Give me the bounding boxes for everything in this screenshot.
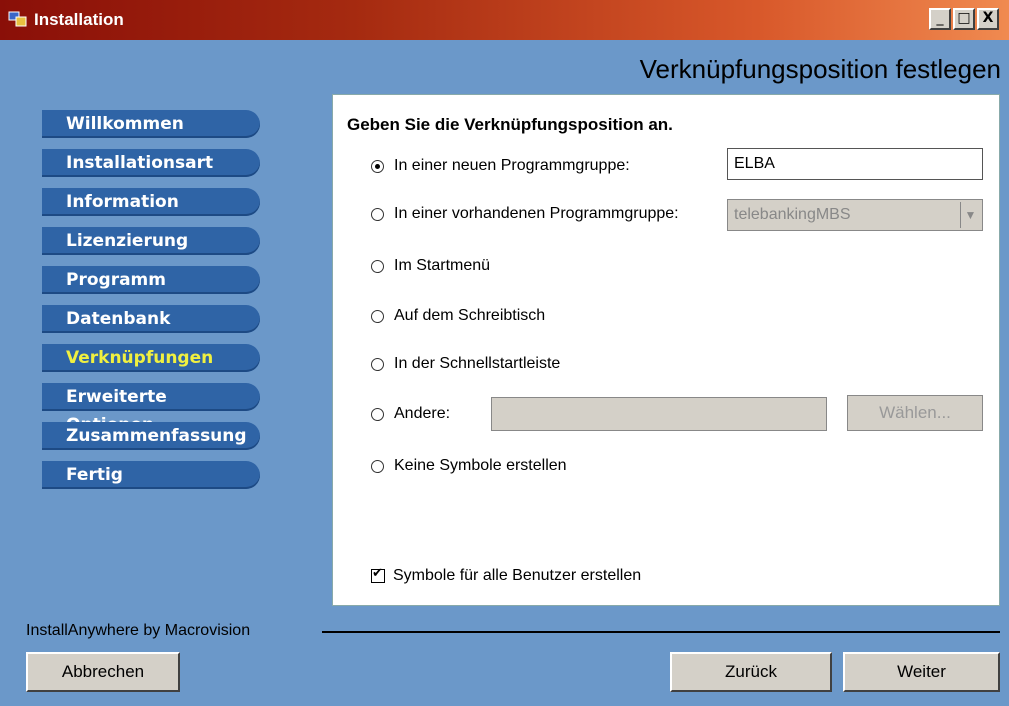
choose-button[interactable]: Wählen... (847, 395, 983, 431)
all-users-checkbox[interactable] (371, 566, 385, 583)
nav-step-fertig: Fertig (42, 461, 260, 489)
nav-step-lizenzierung: Lizenzierung (42, 227, 260, 255)
content-panel: Geben Sie die Verknüpfungsposition an. I… (332, 94, 1000, 606)
radio-quicklaunch[interactable] (371, 357, 384, 371)
option-desktop-label: Auf dem Schreibtisch (394, 307, 546, 324)
option-other[interactable]: Andere: (371, 405, 450, 423)
nav-step-willkommen: Willkommen (42, 110, 260, 138)
option-quicklaunch[interactable]: In der Schnellstartleiste (371, 355, 560, 373)
option-start-menu[interactable]: Im Startmenü (371, 257, 490, 275)
nav-step-zusammenfassung: Zusammenfassung (42, 422, 260, 450)
brand-label: InstallAnywhere by Macrovision (26, 622, 251, 639)
page-title: Verknüpfungsposition festlegen (639, 54, 1001, 84)
step-navigation: Willkommen Installationsart Information … (42, 110, 260, 500)
minimize-button[interactable]: _ (929, 8, 951, 30)
radio-existing-group[interactable] (371, 207, 384, 221)
installer-app-icon (8, 11, 27, 27)
maximize-button[interactable]: □ (953, 8, 975, 30)
radio-none[interactable] (371, 459, 384, 473)
nav-step-programm: Programm (42, 266, 260, 294)
new-group-name-input[interactable]: ELBA (727, 148, 983, 180)
existing-group-select[interactable]: telebankingMBS ▼ (727, 199, 983, 231)
nav-step-erweiterte-optionen: Erweiterte Optionen (42, 383, 260, 435)
title-bar[interactable]: Installation _ □ X (0, 0, 1009, 40)
option-none-label: Keine Symbole erstellen (394, 457, 567, 474)
nav-step-information: Information (42, 188, 260, 216)
option-quicklaunch-label: In der Schnellstartleiste (394, 355, 561, 372)
footer-divider (322, 631, 1000, 633)
radio-other[interactable] (371, 407, 384, 421)
radio-start-menu[interactable] (371, 259, 384, 273)
window-title: Installation (34, 10, 124, 29)
nav-step-verknuepfungen: Verknüpfungen (42, 344, 260, 372)
radio-new-group[interactable] (371, 159, 384, 173)
option-none[interactable]: Keine Symbole erstellen (371, 457, 567, 475)
close-button[interactable]: X (977, 8, 999, 30)
radio-desktop[interactable] (371, 309, 384, 323)
installer-window: Installation _ □ X Verknüpfungsposition … (0, 0, 1009, 706)
nav-step-datenbank: Datenbank (42, 305, 260, 333)
option-new-group[interactable]: In einer neuen Programmgruppe: (371, 157, 630, 175)
option-existing-group-label: In einer vorhandenen Programmgruppe: (394, 205, 679, 222)
option-new-group-label: In einer neuen Programmgruppe: (394, 157, 630, 174)
back-button[interactable]: Zurück (670, 652, 832, 692)
option-existing-group[interactable]: In einer vorhandenen Programmgruppe: (371, 205, 679, 223)
nav-step-installationsart: Installationsart (42, 149, 260, 177)
all-users-option[interactable]: Symbole für alle Benutzer erstellen (371, 566, 642, 585)
option-other-label: Andere: (394, 405, 451, 422)
option-desktop[interactable]: Auf dem Schreibtisch (371, 307, 545, 325)
other-location-input[interactable] (491, 397, 827, 431)
next-button[interactable]: Weiter (843, 652, 1000, 692)
existing-group-select-value: telebankingMBS (734, 206, 851, 223)
instruction-heading: Geben Sie die Verknüpfungsposition an. (347, 115, 673, 134)
all-users-label: Symbole für alle Benutzer erstellen (393, 567, 642, 584)
chevron-down-icon[interactable]: ▼ (960, 202, 980, 228)
option-start-menu-label: Im Startmenü (394, 257, 491, 274)
cancel-button[interactable]: Abbrechen (26, 652, 180, 692)
